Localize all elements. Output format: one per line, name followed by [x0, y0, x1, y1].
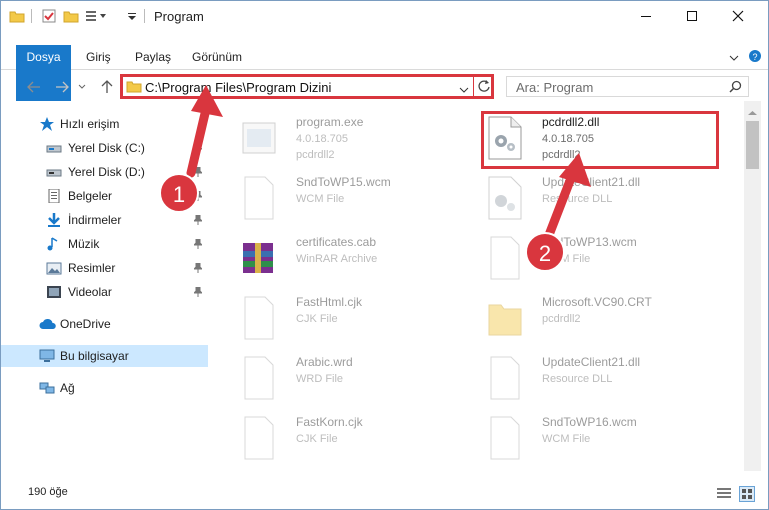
file-explorer-window: Program Dosya Giriş Paylaş Görünüm ? C:\… — [0, 0, 769, 510]
arrow-2 — [544, 153, 591, 240]
annotation-arrows — [186, 85, 591, 240]
step-marker-1: 1 — [159, 173, 199, 213]
step-marker-2: 2 — [525, 232, 565, 272]
arrow-1 — [186, 85, 223, 178]
